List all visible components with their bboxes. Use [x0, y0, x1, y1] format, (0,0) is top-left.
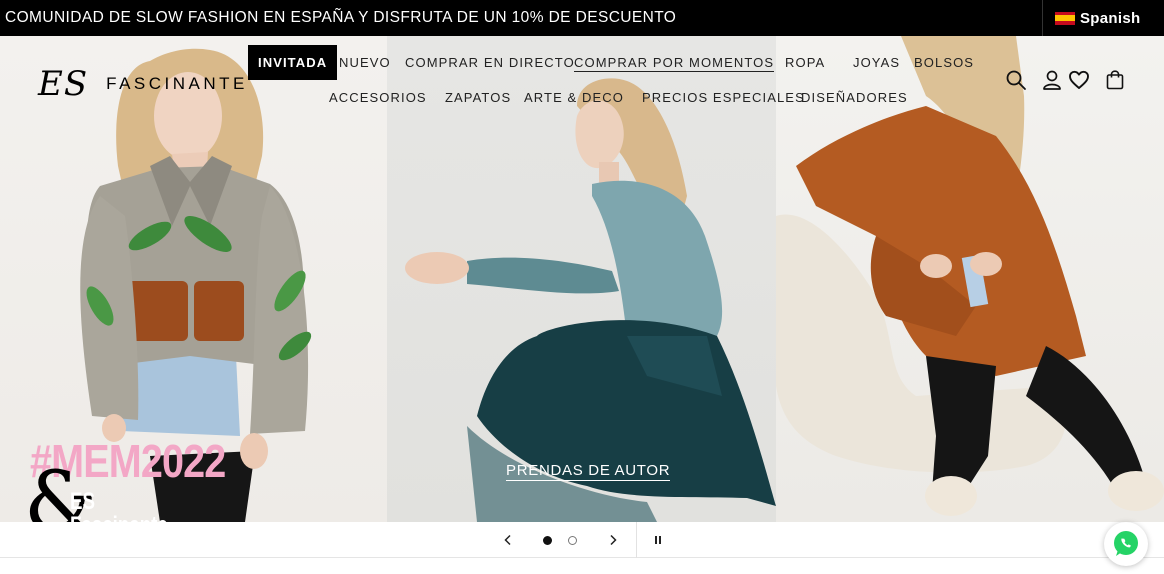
nav-comprar-por-momentos[interactable]: COMPRAR POR MOMENTOS: [574, 55, 775, 72]
wishlist-heart-icon[interactable]: [1068, 69, 1090, 91]
search-icon[interactable]: [1005, 69, 1027, 91]
slider-dot-1[interactable]: [537, 522, 557, 558]
hero-image-center: [387, 36, 776, 522]
language-selector[interactable]: Spanish: [1042, 0, 1164, 36]
chevron-left-icon: [504, 534, 511, 546]
whatsapp-icon: [1114, 531, 1138, 556]
nav-joyas[interactable]: JOYAS: [853, 55, 900, 70]
nav-nuevo[interactable]: NUEVO: [339, 55, 391, 70]
promo-brand-name: ES Fascinante: [70, 488, 168, 523]
chevron-right-icon: [610, 534, 617, 546]
slide-cta-link[interactable]: PRENDAS DE AUTOR: [506, 462, 671, 481]
nav-comprar-en-directo[interactable]: COMPRAR EN DIRECTO: [405, 55, 575, 70]
nav-bolsos[interactable]: BOLSOS: [914, 55, 974, 70]
language-label: Spanish: [1080, 9, 1141, 27]
logo-mark: ES: [38, 64, 89, 104]
pause-icon: [655, 536, 661, 544]
hero-slideshow: #MEM2022 & ES Fascinante PRENDAS DE AUTO…: [0, 36, 1164, 522]
nav-arte-deco[interactable]: ARTE & DECO: [524, 90, 624, 105]
announcement-text: COMUNIDAD DE SLOW FASHION EN ESPAÑA Y DI…: [5, 9, 677, 26]
nav-zapatos[interactable]: ZAPATOS: [445, 90, 511, 105]
whatsapp-chat-button[interactable]: [1104, 522, 1148, 566]
nav-invitada[interactable]: INVITADA: [248, 45, 338, 80]
cart-bag-icon[interactable]: [1104, 69, 1126, 91]
slider-dot-2[interactable]: [562, 522, 582, 558]
promo-overlay: #MEM2022 & ES Fascinante: [24, 438, 226, 523]
nav-precios-especiales[interactable]: PRECIOS ESPECIALES: [642, 90, 805, 105]
account-icon[interactable]: [1041, 69, 1063, 91]
nav-disenadores[interactable]: DISEÑADORES: [801, 90, 908, 105]
slider-pause-button[interactable]: [645, 522, 671, 558]
slider-divider: [636, 522, 637, 558]
spain-flag-icon: [1055, 11, 1075, 25]
hero-image-right: [776, 36, 1164, 522]
site-logo[interactable]: ES FASCINANTE: [38, 64, 248, 104]
nav-accesorios[interactable]: ACCESORIOS: [329, 90, 427, 105]
logo-wordmark: FASCINANTE: [106, 74, 248, 93]
announcement-bar: COMUNIDAD DE SLOW FASHION EN ESPAÑA Y DI…: [0, 0, 1164, 36]
slider-next-button[interactable]: [599, 522, 627, 558]
slider-prev-button[interactable]: [494, 522, 522, 558]
slider-controls: [0, 522, 1164, 558]
nav-ropa[interactable]: ROPA: [785, 55, 825, 70]
